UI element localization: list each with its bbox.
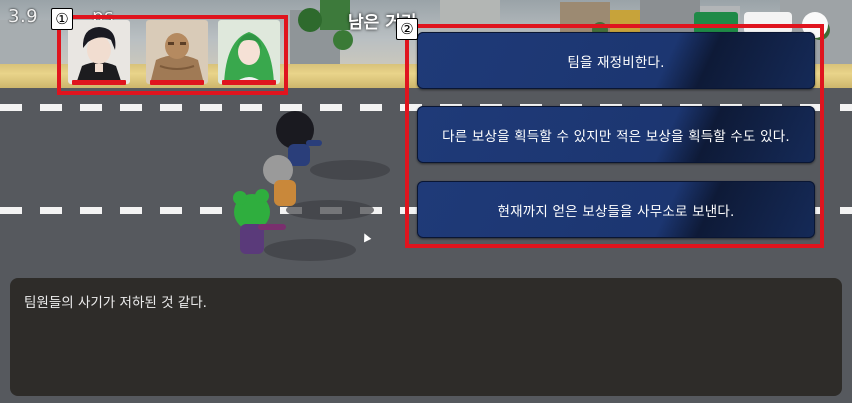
highlight-box-choices [405,24,824,248]
highlight-box-team [57,15,288,95]
party-characters [233,111,390,261]
game-screen: 3.9 ps 남은 거리 팀을 재정비한다. 다른 보상을 획득할 수 있지만 … [0,0,852,403]
marker-badge-2: ② [396,18,418,40]
marker-badge-1: ① [51,8,73,30]
dialogue-box[interactable]: 팀원들의 사기가 저하된 것 같다. [10,278,842,396]
hud-left-value: 3.9 [8,6,39,27]
dialogue-text: 팀원들의 사기가 저하된 것 같다. [24,295,207,311]
